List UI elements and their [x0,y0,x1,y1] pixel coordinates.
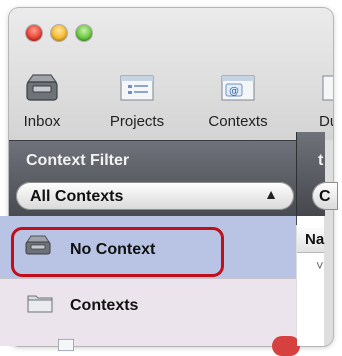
toolbar-inbox-label: Inbox [23,113,61,130]
toolbar-contexts-label: Contexts [208,113,268,130]
projects-icon [120,75,154,101]
annotation-highlight-ring [11,227,224,277]
toolbar-area: Inbox Projects @ Contexts D [9,8,333,140]
svg-text:@: @ [229,86,239,97]
minimize-window-button[interactable] [51,25,67,41]
sidebar-item-contexts[interactable]: Contexts [0,284,296,324]
contexts-icon: @ [221,75,255,101]
toolbar-inbox-button[interactable]: Inbox [17,72,67,136]
close-window-button[interactable] [26,25,42,41]
row-divider [0,278,296,279]
toolbar-contexts-button[interactable]: @ Contexts [192,72,284,136]
row-disclosure-icon[interactable]: ˅ [316,258,324,273]
toolbar-due-button[interactable]: Du [305,72,333,136]
updown-arrows-icon: ▲︎ [264,186,278,202]
count-badge [272,336,300,356]
zoom-window-button[interactable] [76,25,92,41]
context-filter-selected-value: All Contexts [30,188,124,205]
toolbar-projects-label: Projects [109,113,165,130]
main-pane-dropdown-value: C [319,188,331,205]
toolbar-projects-button[interactable]: Projects [95,72,179,136]
context-item-icon [58,338,74,352]
context-filter-dropdown[interactable]: All Contexts ▲︎ [16,182,294,210]
toolbar-due-label: Du [319,113,333,130]
name-column-label: Na [305,231,325,248]
due-icon [322,75,333,101]
folder-icon [27,295,53,313]
inbox-icon [26,74,58,101]
main-pane-title: t [318,152,324,169]
context-filter-title: Context Filter [26,152,130,169]
sidebar-item-contexts-label: Contexts [70,297,139,314]
